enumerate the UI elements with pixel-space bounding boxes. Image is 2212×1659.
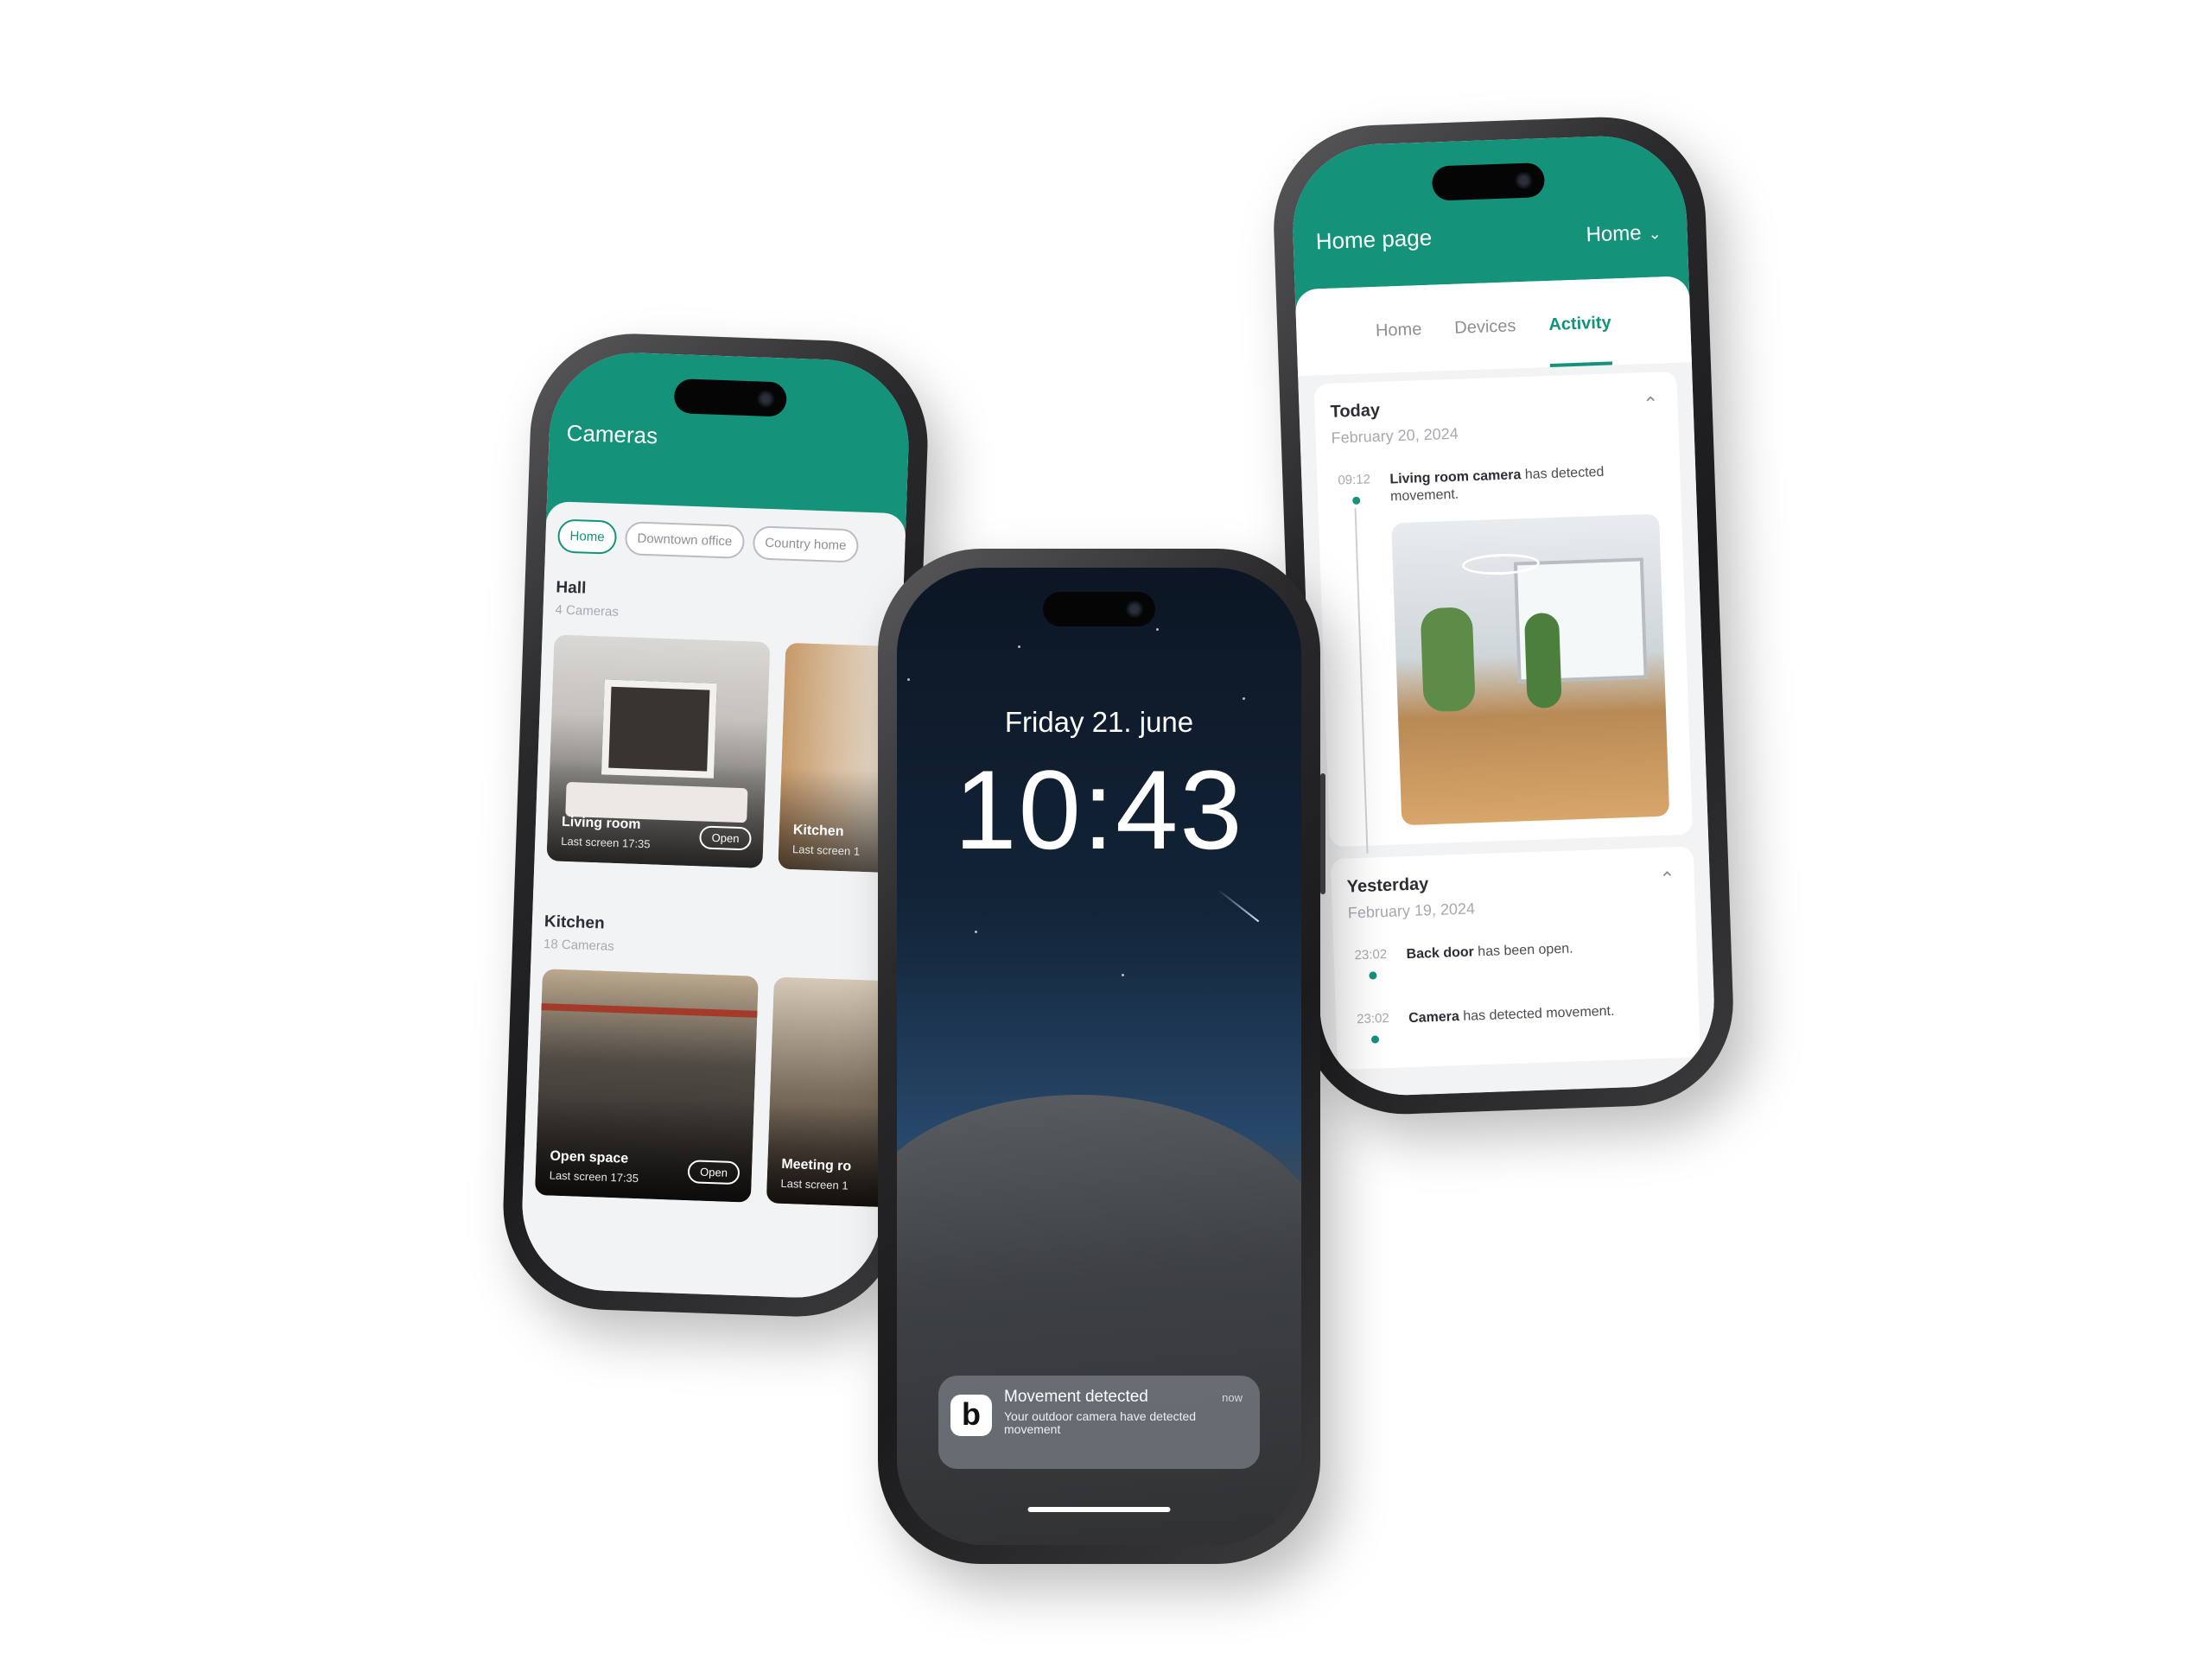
star xyxy=(907,678,910,681)
event-description: has detected movement. xyxy=(1459,1003,1615,1025)
camera-name: Meeting ro xyxy=(781,1156,852,1174)
lock-time: 10:43 xyxy=(954,747,1244,873)
event-subject: Back door xyxy=(1406,944,1475,963)
day-date: February 20, 2024 xyxy=(1331,424,1459,447)
phone-lock-screen: Friday 21. june 10:43 b Movement detecte… xyxy=(878,549,1325,1564)
day-panel-today: Today February 20, 2024 ⌃ 09:12 Living r… xyxy=(1313,371,1693,854)
power-button xyxy=(1320,773,1325,894)
star xyxy=(1018,645,1020,648)
activity-event[interactable]: 23:02 Camera has detected movement. xyxy=(1351,1001,1684,1050)
camera-card-open-space[interactable]: Open space Last screen 17:35 Open xyxy=(534,969,759,1203)
lock-screen: Friday 21. june 10:43 b Movement detecte… xyxy=(897,568,1301,1545)
event-snapshot-image[interactable] xyxy=(1391,513,1670,826)
location-chips: Home Downtown office Country home xyxy=(556,518,893,564)
event-text: Living room camera has detected movement… xyxy=(1389,461,1665,505)
dynamic-island xyxy=(1043,592,1155,626)
day-panel-yesterday: Yesterday February 19, 2024 ⌃ 23:02 Back… xyxy=(1330,846,1700,1071)
lock-date: Friday 21. june xyxy=(1004,706,1194,738)
timeline-dot xyxy=(1352,496,1361,505)
open-camera-button[interactable]: Open xyxy=(687,1160,741,1185)
notification-body: Your outdoor camera have detected moveme… xyxy=(1004,1409,1197,1436)
day-title: Yesterday xyxy=(1346,874,1429,897)
activity-content: Home Devices Activity Today February 20,… xyxy=(1294,276,1718,1098)
timeline-dot xyxy=(1370,1035,1380,1044)
tab-home[interactable]: Home xyxy=(1376,320,1423,373)
camera-card-living-room[interactable]: Living room Last screen 17:35 Open xyxy=(546,634,771,868)
star xyxy=(1243,697,1245,700)
dynamic-island xyxy=(673,378,787,417)
event-subject: Living room camera xyxy=(1389,467,1522,487)
notification-time: now xyxy=(1222,1391,1243,1404)
open-camera-button[interactable]: Open xyxy=(699,825,752,851)
activity-screen: Home page Home ⌄ Home Devices Activity To… xyxy=(1289,133,1718,1098)
tab-activity[interactable]: Activity xyxy=(1548,313,1613,367)
notification-title: Movement detected xyxy=(1004,1388,1148,1406)
camera-last-screen: Last screen 1 xyxy=(780,1176,849,1192)
chip-home[interactable]: Home xyxy=(556,518,618,555)
event-time: 23:02 xyxy=(1354,946,1388,963)
camera-name: Kitchen xyxy=(792,823,844,840)
home-selector-label: Home xyxy=(1586,221,1643,247)
star xyxy=(1122,974,1124,976)
activity-event[interactable]: 09:12 Living room camera has detected mo… xyxy=(1332,461,1665,511)
activity-event[interactable]: 23:02 Back door has been open. xyxy=(1349,937,1681,986)
meteor xyxy=(1217,888,1260,923)
day-title: Today xyxy=(1330,400,1381,422)
camera-name: Open space xyxy=(550,1148,629,1166)
app-logo-icon: b xyxy=(950,1395,992,1436)
cameras-screen: Cameras Home Downtown office Country hom… xyxy=(519,350,912,1300)
event-time: 09:12 xyxy=(1338,472,1371,488)
camera-name: Living room xyxy=(561,814,641,832)
camera-cards-hall: Living room Last screen 17:35 Open Kitch… xyxy=(546,634,912,877)
timeline-line xyxy=(1354,507,1369,854)
star xyxy=(1156,628,1159,631)
home-selector[interactable]: Home ⌄ xyxy=(1586,220,1662,247)
cameras-content: Home Downtown office Country home Hall 4… xyxy=(519,500,912,1300)
camera-cards-kitchen: Open space Last screen 17:35 Open Meetin… xyxy=(534,969,912,1211)
chevron-up-icon[interactable]: ⌃ xyxy=(1659,868,1675,891)
dynamic-island xyxy=(1431,162,1546,201)
timeline-dot xyxy=(1369,971,1377,980)
movement-notification[interactable]: b Movement detected Your outdoor camera … xyxy=(938,1376,1260,1469)
home-indicator[interactable] xyxy=(1027,1507,1171,1512)
chip-downtown-office[interactable]: Downtown office xyxy=(624,521,745,559)
event-subject: Camera xyxy=(1408,1009,1460,1027)
phone-activity: Home page Home ⌄ Home Devices Activity To… xyxy=(1270,113,1737,1118)
chevron-down-icon: ⌄ xyxy=(1648,225,1662,243)
page-title: Cameras xyxy=(566,419,658,449)
chevron-up-icon[interactable]: ⌃ xyxy=(1643,393,1659,416)
event-text: Back door has been open. xyxy=(1406,937,1681,963)
event-description: has been open. xyxy=(1473,941,1573,960)
tab-devices[interactable]: Devices xyxy=(1454,316,1517,370)
chip-country-home[interactable]: Country home xyxy=(752,525,860,563)
camera-last-screen: Last screen 1 xyxy=(791,842,861,858)
phone-cameras: Cameras Home Downtown office Country hom… xyxy=(499,330,931,1320)
star xyxy=(975,931,977,933)
tab-bar: Home Devices Activity xyxy=(1294,276,1692,377)
event-text: Camera has detected movement. xyxy=(1408,1001,1684,1027)
event-time: 23:02 xyxy=(1356,1010,1390,1027)
day-date: February 19, 2024 xyxy=(1347,899,1476,922)
dune-wallpaper xyxy=(897,1095,1301,1545)
